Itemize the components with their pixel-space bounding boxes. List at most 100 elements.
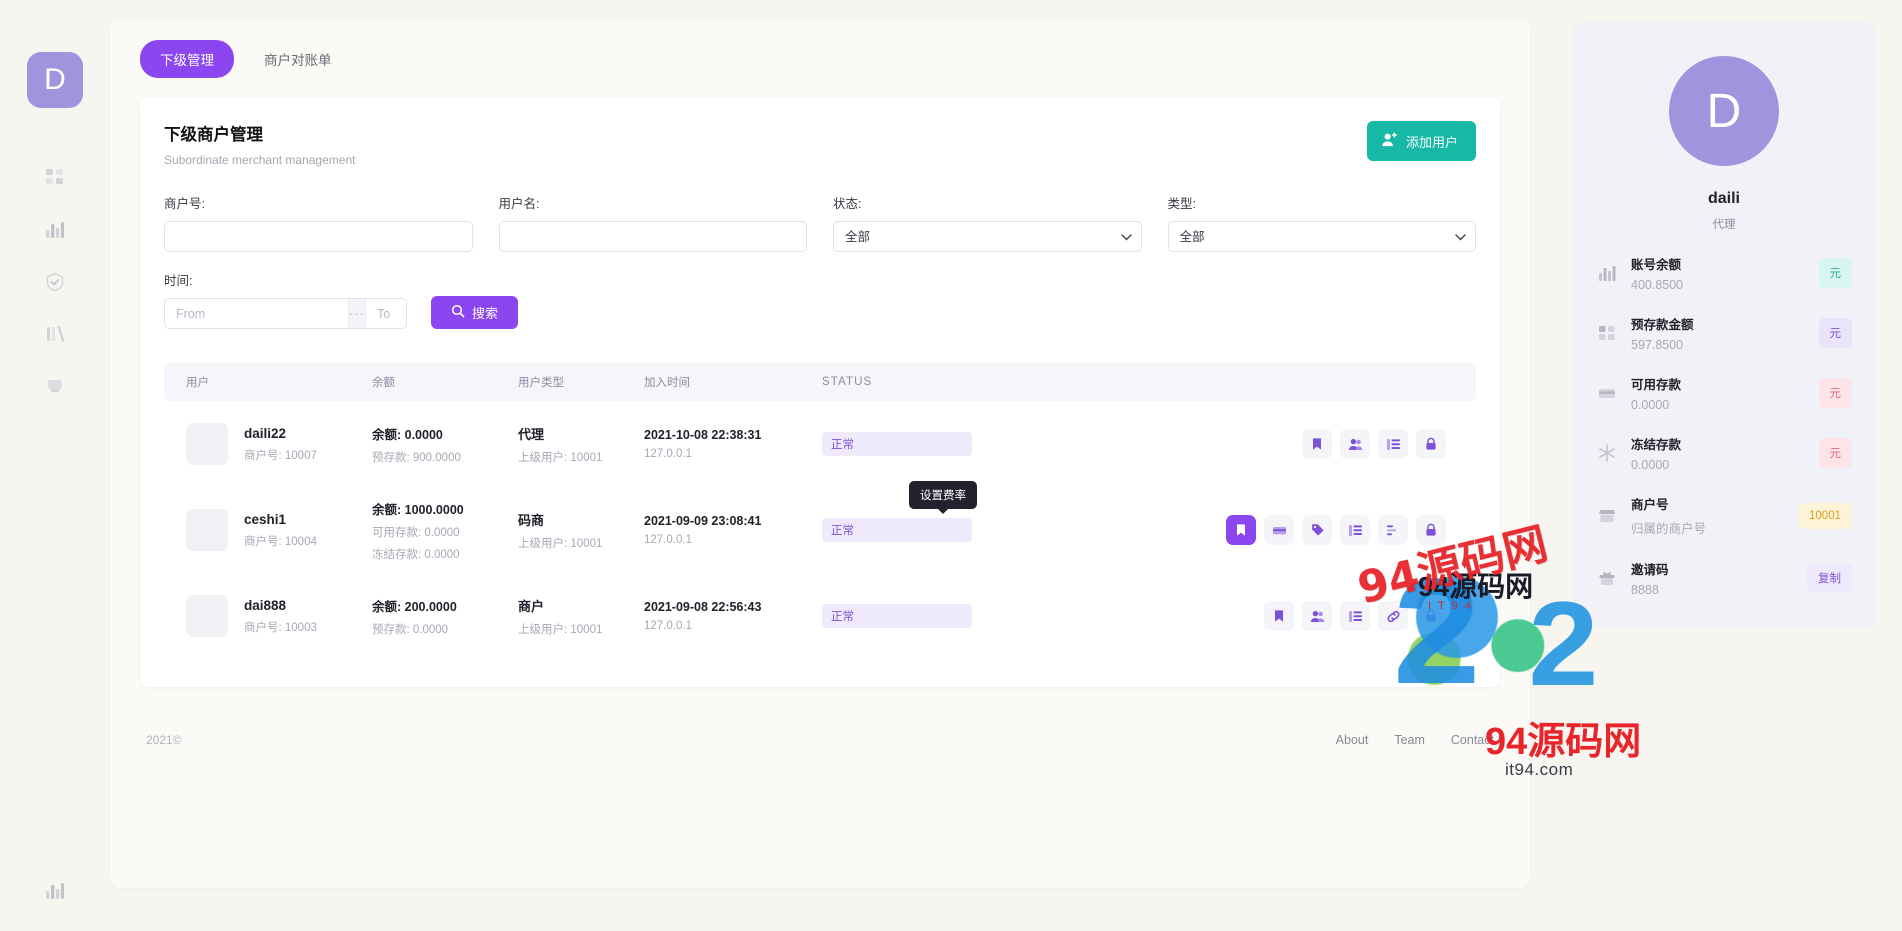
date-range-separator: ··· bbox=[348, 299, 366, 328]
stat-unit-badge: 元 bbox=[1818, 438, 1852, 468]
tab-bar: 下级管理 商户对账单 bbox=[110, 20, 1530, 78]
bookmark-icon[interactable] bbox=[1302, 429, 1332, 459]
footer-chart-icon[interactable] bbox=[43, 879, 67, 903]
type-select[interactable]: 全部 bbox=[1167, 221, 1476, 252]
dashboard-grid-icon[interactable] bbox=[43, 166, 67, 190]
columns-icon[interactable] bbox=[43, 322, 67, 346]
cell-join-time: 2021-09-09 23:08:41 127.0.0.1 bbox=[644, 514, 822, 546]
parent-user: 上级用户: 10001 bbox=[518, 451, 603, 464]
date-range-control: ··· bbox=[164, 298, 407, 329]
stat-unit-badge: 元 bbox=[1818, 378, 1852, 408]
stat-frozen-deposit: 冻结存款 0.0000 元 bbox=[1596, 434, 1852, 472]
filter-status: 状态: 全部 bbox=[833, 193, 1142, 252]
filter-username-label: 用户名: bbox=[498, 197, 540, 211]
snowflake-icon bbox=[1596, 444, 1618, 462]
add-user-button[interactable]: 添加用户 bbox=[1366, 121, 1476, 161]
status-select[interactable]: 全部 bbox=[833, 221, 1142, 252]
lock-icon[interactable] bbox=[1416, 601, 1446, 631]
stat-text: 冻结存款 0.0000 bbox=[1631, 434, 1806, 472]
status-badge: 正常 bbox=[822, 518, 972, 542]
date-from-input[interactable] bbox=[165, 299, 348, 328]
bookmark-icon[interactable] bbox=[1264, 601, 1294, 631]
shield-icon[interactable] bbox=[43, 374, 67, 398]
stat-value: 归属的商户号 bbox=[1631, 522, 1707, 536]
app-logo[interactable]: D bbox=[27, 52, 83, 108]
list-icon[interactable] bbox=[1378, 429, 1408, 459]
parent-user: 上级用户: 10001 bbox=[518, 537, 603, 550]
search-button[interactable]: 搜索 bbox=[431, 296, 519, 329]
list-icon[interactable] bbox=[1340, 601, 1370, 631]
merchant-no-input[interactable] bbox=[164, 221, 473, 252]
user-merchant-no: 商户号: 10007 bbox=[244, 449, 317, 462]
stat-prepaid-amount: 预存款金额 597.8500 元 bbox=[1596, 314, 1852, 352]
footer-link-contact[interactable]: Contact bbox=[1451, 733, 1494, 747]
lock-icon[interactable] bbox=[1416, 429, 1446, 459]
footer-link-team[interactable]: Team bbox=[1394, 733, 1425, 747]
avatar bbox=[186, 509, 228, 551]
filter-merchant-no-label: 商户号: bbox=[164, 197, 205, 211]
stat-text: 邀请码 8888 bbox=[1631, 559, 1794, 597]
merchant-table: 用户 余额 用户类型 加入时间 STATUS daili22 商户号: 1000… bbox=[164, 363, 1476, 659]
cell-actions bbox=[972, 601, 1454, 631]
filter-row-1: 商户号: 用户名: 状态: 全部 类型: 全部 bbox=[164, 193, 1476, 252]
cell-status: 正常 bbox=[822, 604, 972, 628]
list-icon[interactable] bbox=[1340, 515, 1370, 545]
username-input[interactable] bbox=[498, 221, 807, 252]
bar-chart-icon bbox=[1596, 264, 1618, 282]
tag-icon[interactable] bbox=[1302, 515, 1332, 545]
merchant-no-badge: 10001 bbox=[1798, 502, 1852, 529]
user-type: 商户 bbox=[518, 598, 545, 614]
cell-join-time: 2021-09-08 22:56:43 127.0.0.1 bbox=[644, 600, 822, 632]
page-title: 下级商户管理 bbox=[164, 126, 263, 144]
card-title-block: 下级商户管理 Subordinate merchant management bbox=[164, 121, 355, 167]
search-label: 搜索 bbox=[472, 306, 499, 321]
users-icon[interactable] bbox=[1302, 601, 1332, 631]
avatar: D bbox=[1669, 56, 1779, 166]
copy-invite-code-button[interactable]: 复制 bbox=[1807, 563, 1852, 593]
table-row: dai888 商户号: 10003 余额: 200.0000 预存款: 0.00… bbox=[164, 573, 1476, 659]
lock-icon[interactable] bbox=[1416, 515, 1446, 545]
users-icon[interactable] bbox=[1340, 429, 1370, 459]
bar-chart-icon[interactable] bbox=[43, 218, 67, 242]
cell-user: daili22 商户号: 10007 bbox=[186, 423, 372, 465]
stat-label: 预存款金额 bbox=[1631, 318, 1694, 332]
chart-icon[interactable] bbox=[1378, 515, 1408, 545]
app-root: D 下级管理 商户对账单 下级商户管理 Subordinate merchant… bbox=[0, 0, 1902, 931]
amount-balance: 余额: 0.0000 bbox=[372, 427, 443, 442]
date-to-input[interactable] bbox=[366, 299, 406, 328]
th-status: STATUS bbox=[822, 376, 873, 388]
tooltip-set-rate: 设置费率 bbox=[909, 481, 977, 514]
user-identity: ceshi1 商户号: 10004 bbox=[186, 509, 372, 551]
avatar bbox=[186, 423, 228, 465]
cell-user: ceshi1 商户号: 10004 bbox=[186, 509, 372, 551]
user-merchant-no: 商户号: 10004 bbox=[244, 535, 317, 548]
stat-value: 0.0000 bbox=[1631, 398, 1670, 412]
card-icon bbox=[1596, 384, 1618, 402]
join-time: 2021-10-08 22:38:31 bbox=[644, 428, 762, 442]
join-ip: 127.0.0.1 bbox=[644, 448, 692, 460]
stat-invite-code: 邀请码 8888 复制 bbox=[1596, 559, 1852, 597]
table-row: daili22 商户号: 10007 余额: 0.0000 预存款: 900.0… bbox=[164, 401, 1476, 487]
stat-merchant-no: 商户号 归属的商户号 10001 bbox=[1596, 494, 1852, 537]
check-circle-icon[interactable] bbox=[43, 270, 67, 294]
amount-prepaid: 预存款: 0.0000 bbox=[372, 623, 449, 636]
user-name: ceshi1 bbox=[244, 511, 287, 527]
tab-merchant-statement[interactable]: 商户对账单 bbox=[244, 40, 352, 78]
tab-subordinate-management[interactable]: 下级管理 bbox=[140, 40, 234, 78]
stat-available-deposit: 可用存款 0.0000 元 bbox=[1596, 374, 1852, 412]
footer-link-about[interactable]: About bbox=[1336, 733, 1369, 747]
copyright: 2021© bbox=[146, 733, 182, 747]
join-time: 2021-09-09 23:08:41 bbox=[644, 514, 762, 528]
profile-role: 代理 bbox=[1712, 219, 1736, 231]
gift-icon bbox=[1596, 569, 1618, 587]
link-icon[interactable] bbox=[1378, 601, 1408, 631]
profile-card: D daili 代理 账号余额 400.8500 元 预存款金额 597.850… bbox=[1572, 22, 1876, 627]
filter-time-label: 时间: bbox=[164, 274, 193, 288]
stat-value: 8888 bbox=[1631, 583, 1659, 597]
page-footer: 2021© About Team Contact bbox=[110, 733, 1530, 747]
card-icon[interactable] bbox=[1264, 515, 1294, 545]
stat-text: 预存款金额 597.8500 bbox=[1631, 314, 1806, 352]
bookmark-icon[interactable] bbox=[1226, 515, 1256, 545]
profile-name: daili bbox=[1707, 190, 1740, 207]
user-identity: dai888 商户号: 10003 bbox=[186, 595, 372, 637]
